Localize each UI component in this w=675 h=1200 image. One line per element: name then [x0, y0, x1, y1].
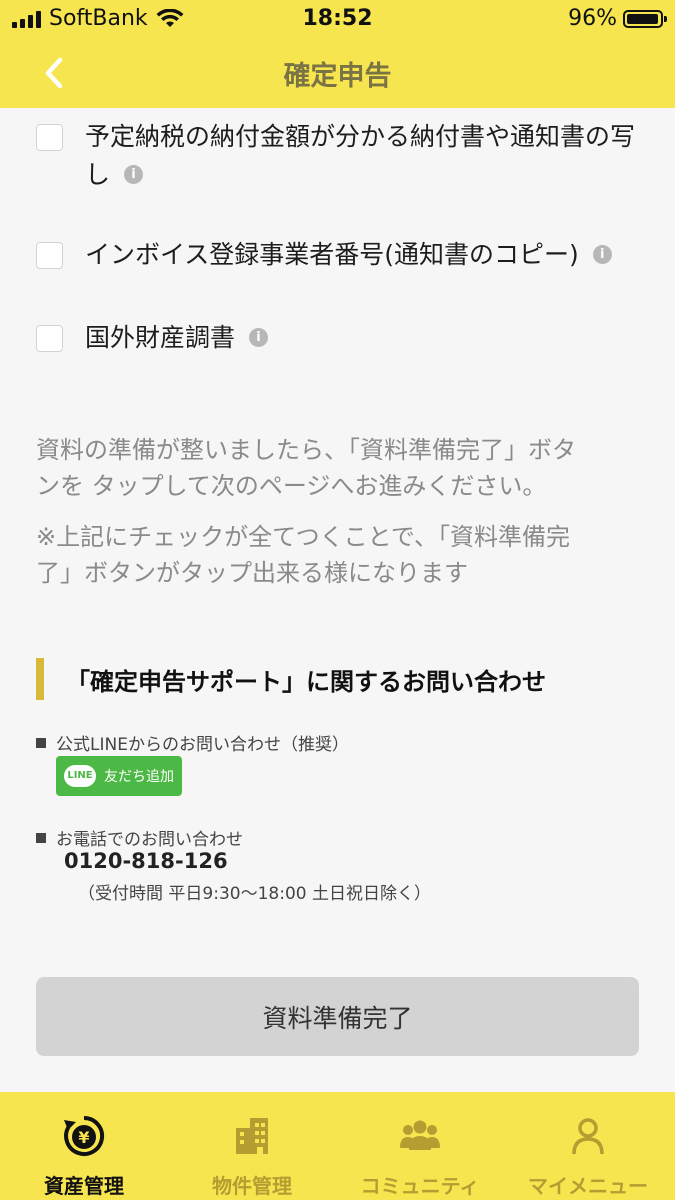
- label-tail: し: [85, 160, 111, 189]
- phone-hours: （受付時間 平日9:30〜18:00 土日祝日除く）: [78, 884, 431, 904]
- square-bullet-icon: [36, 737, 46, 748]
- info-icon[interactable]: i: [249, 327, 269, 347]
- checklist-item-label: 予定納税の納付金額が分かる納付書や通知書の写 しi: [85, 118, 635, 194]
- tab-label: マイメニュー: [528, 1174, 648, 1198]
- note-text: ※上記にチェックが全てつくことで、「資料準備完 了」ボタンがタップ出来る様になり…: [36, 519, 636, 591]
- checklist-item: 予定納税の納付金額が分かる納付書や通知書の写 しi: [36, 118, 635, 194]
- label-line: しi: [85, 156, 635, 194]
- info-icon[interactable]: i: [124, 164, 144, 184]
- text-line: ンを タップして次のページへお進みください。: [36, 472, 547, 500]
- checklist-item: 国外財産調書 i: [36, 319, 269, 357]
- checkbox[interactable]: [36, 124, 63, 151]
- main-content: 予定納税の納付金額が分かる納付書や通知書の写 しi インボイス登録事業者番号(通…: [0, 108, 675, 1092]
- tab-bar: ¥ 資産管理 物件管理 コミュニティ マイメニュー: [0, 1092, 675, 1200]
- checkbox[interactable]: [36, 325, 63, 352]
- building-icon: [236, 1118, 268, 1154]
- phone-contact-label: お電話でのお問い合わせ: [36, 825, 243, 850]
- nav-header: 確定申告: [0, 40, 675, 108]
- tab-my-menu[interactable]: マイメニュー: [504, 1092, 672, 1200]
- line-logo-icon: LINE: [64, 765, 96, 787]
- checklist-item: インボイス登録事業者番号(通知書のコピー) i: [36, 236, 612, 274]
- square-bullet-icon: [36, 832, 46, 843]
- line-add-friend-button[interactable]: LINE 友だち追加: [56, 756, 182, 796]
- tab-property-management[interactable]: 物件管理: [168, 1092, 336, 1200]
- svg-text:¥: ¥: [78, 1128, 89, 1147]
- text-line: 了」ボタンがタップ出来る様になります: [36, 559, 468, 587]
- accent-bar: [36, 658, 44, 700]
- people-icon: [400, 1120, 440, 1150]
- phone-contact-text: お電話でのお問い合わせ: [56, 830, 243, 850]
- page-title: 確定申告: [283, 61, 392, 92]
- contact-heading: 「確定申告サポート」に関するお問い合わせ: [36, 658, 546, 700]
- contact-heading-text: 「確定申告サポート」に関するお問い合わせ: [66, 667, 546, 696]
- battery-icon: [623, 9, 667, 28]
- tab-label: 資産管理: [44, 1174, 124, 1198]
- info-icon[interactable]: i: [592, 244, 612, 264]
- text-line: ※上記にチェックが全てつくことで、「資料準備完: [36, 523, 570, 551]
- line-contact-text: 公式LINEからのお問い合わせ（推奨）: [56, 735, 349, 755]
- tab-label: 物件管理: [212, 1174, 292, 1198]
- yen-refresh-icon: ¥: [64, 1115, 105, 1156]
- tab-asset-management[interactable]: ¥ 資産管理: [0, 1092, 168, 1200]
- label-line: 予定納税の納付金額が分かる納付書や通知書の写: [85, 122, 636, 151]
- label-text: インボイス登録事業者番号(通知書のコピー): [85, 240, 579, 269]
- checklist-item-label: 国外財産調書 i: [85, 319, 269, 357]
- battery-info: 96%: [568, 6, 667, 31]
- phone-number-link[interactable]: 0120-818-126: [64, 849, 228, 873]
- line-button-label: 友だち追加: [104, 769, 174, 785]
- tab-community[interactable]: コミュニティ: [336, 1092, 504, 1200]
- text-line: 資料の準備が整いましたら、「資料準備完了」ボタ: [36, 436, 576, 464]
- status-bar: SoftBank 18:52 96%: [0, 0, 675, 40]
- materials-ready-button[interactable]: 資料準備完了: [36, 977, 639, 1056]
- checkbox[interactable]: [36, 242, 63, 269]
- instruction-text: 資料の準備が整いましたら、「資料準備完了」ボタ ンを タップして次のページへお進…: [36, 432, 636, 504]
- tab-label: コミュニティ: [360, 1174, 480, 1198]
- battery-percent: 96%: [568, 6, 617, 31]
- label-text: 国外財産調書: [85, 323, 236, 352]
- checklist-item-label: インボイス登録事業者番号(通知書のコピー) i: [85, 236, 612, 274]
- person-icon: [572, 1118, 604, 1155]
- line-contact-label: 公式LINEからのお問い合わせ（推奨）: [36, 730, 349, 755]
